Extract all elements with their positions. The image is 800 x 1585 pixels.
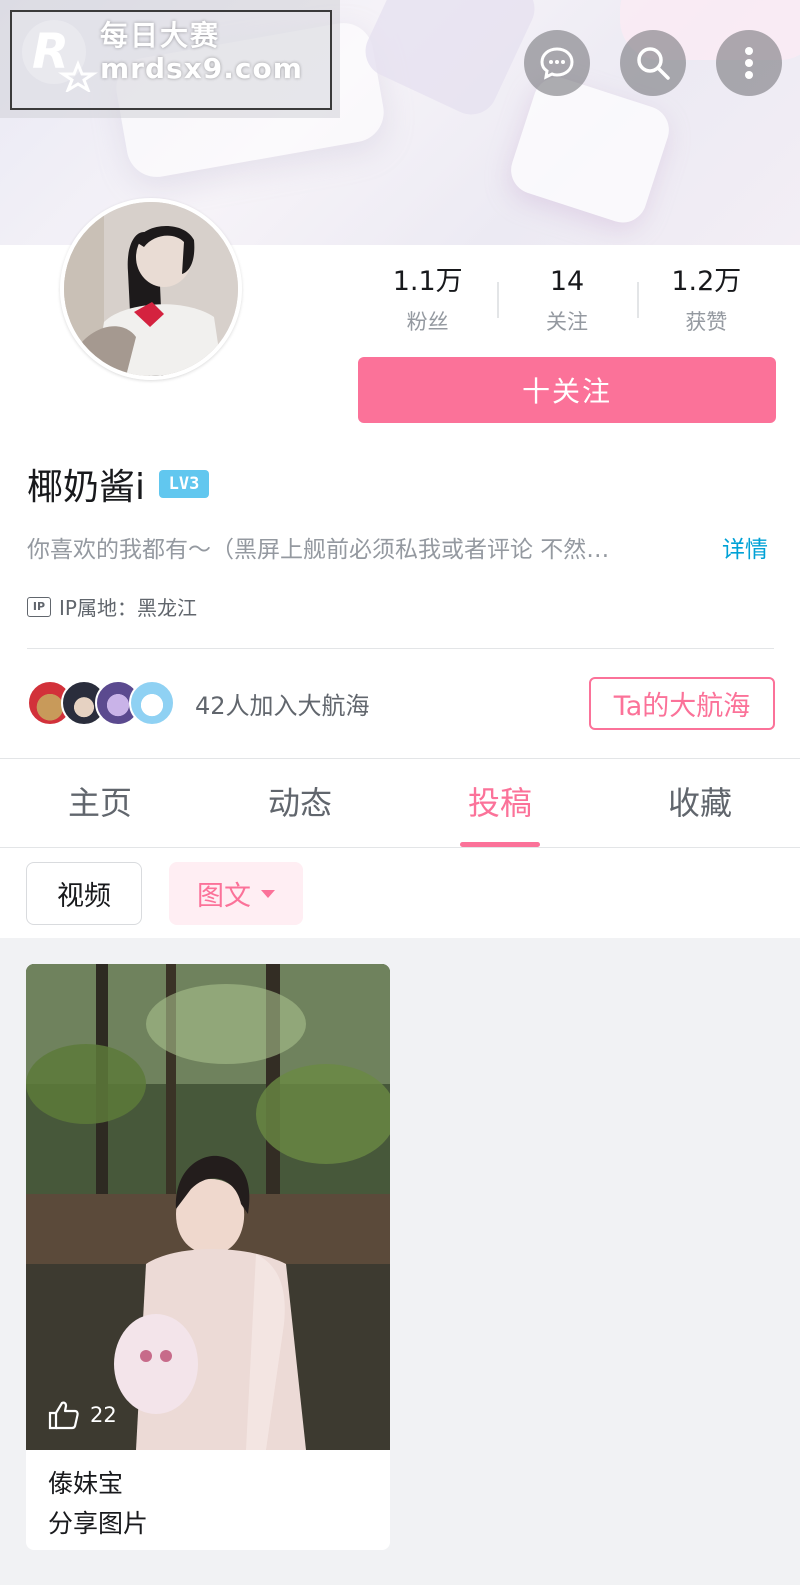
followers-label: 粉丝: [406, 310, 449, 334]
thumbs-up-icon: [48, 1401, 79, 1430]
likes-stat: 1.2万 获赞: [636, 264, 776, 340]
avatar-image: [64, 202, 238, 376]
ip-icon: IP: [27, 596, 51, 617]
username-row: 椰奶酱i LV3: [27, 458, 210, 510]
svg-text:R: R: [32, 24, 69, 80]
more-vertical-icon: [745, 47, 753, 79]
guard-count-text: 42人加入大航海: [195, 691, 370, 720]
search-button[interactable]: [620, 30, 686, 96]
post-subtitle: 分享图片: [48, 1509, 149, 1538]
divider: [27, 648, 774, 649]
tab-favorites[interactable]: 收藏: [600, 759, 800, 847]
filter-video[interactable]: 视频: [26, 862, 142, 925]
member-avatar: [129, 680, 175, 726]
following-count: 14: [549, 266, 585, 297]
post-photo: [26, 964, 390, 1450]
watermark-url: mrdsx9.com: [100, 52, 303, 85]
tab-submissions[interactable]: 投稿: [400, 759, 600, 847]
profile-stats: 1.1万 粉丝 14 关注 1.2万 获赞: [358, 264, 776, 340]
filter-image-text[interactable]: 图文: [169, 862, 303, 925]
watermark-logo: R: [22, 20, 98, 92]
guard-button[interactable]: Ta的大航海: [589, 677, 775, 730]
profile-tabs: 主页 动态 投稿 收藏: [0, 758, 800, 848]
more-button[interactable]: [716, 30, 782, 96]
detail-link[interactable]: 详情: [722, 530, 768, 564]
search-icon: [637, 47, 670, 80]
follow-button[interactable]: 十关注: [358, 357, 776, 423]
filter-image-text-label: 图文: [197, 881, 251, 912]
followers-stat[interactable]: 1.1万 粉丝: [358, 264, 497, 340]
ip-location-text: IP属地：黑龙江: [59, 596, 197, 620]
chat-bubble-icon: [540, 47, 574, 80]
level-badge: LV3: [159, 470, 210, 498]
ip-location: IP IP属地：黑龙江: [27, 592, 197, 621]
avatar[interactable]: [60, 198, 242, 380]
following-label: 关注: [545, 310, 588, 334]
bio-text: 你喜欢的我都有～（黑屏上舰前必须私我或者评论 不然…: [27, 537, 610, 563]
watermark: R 每日大赛 mrdsx9.com: [0, 0, 340, 118]
message-button[interactable]: [524, 30, 590, 96]
following-stat[interactable]: 14 关注: [497, 264, 636, 340]
tab-home[interactable]: 主页: [0, 759, 200, 847]
guard-members[interactable]: 42人加入大航海: [27, 678, 370, 728]
likes-label: 获赞: [685, 310, 728, 334]
followers-count: 1.1万: [392, 266, 463, 297]
post-card[interactable]: 22 傣妹宝 分享图片: [26, 964, 390, 1550]
post-likes: 22: [48, 1400, 117, 1430]
watermark-title: 每日大赛: [100, 19, 221, 52]
username: 椰奶酱i: [27, 467, 146, 508]
tab-dynamics[interactable]: 动态: [200, 759, 400, 847]
post-title: 傣妹宝: [48, 1469, 124, 1498]
post-image: [26, 964, 390, 1450]
likes-count: 1.2万: [671, 266, 742, 297]
caret-down-icon: [261, 889, 275, 898]
filter-bar: 视频 图文: [0, 848, 800, 938]
post-likes-count: 22: [90, 1403, 117, 1427]
